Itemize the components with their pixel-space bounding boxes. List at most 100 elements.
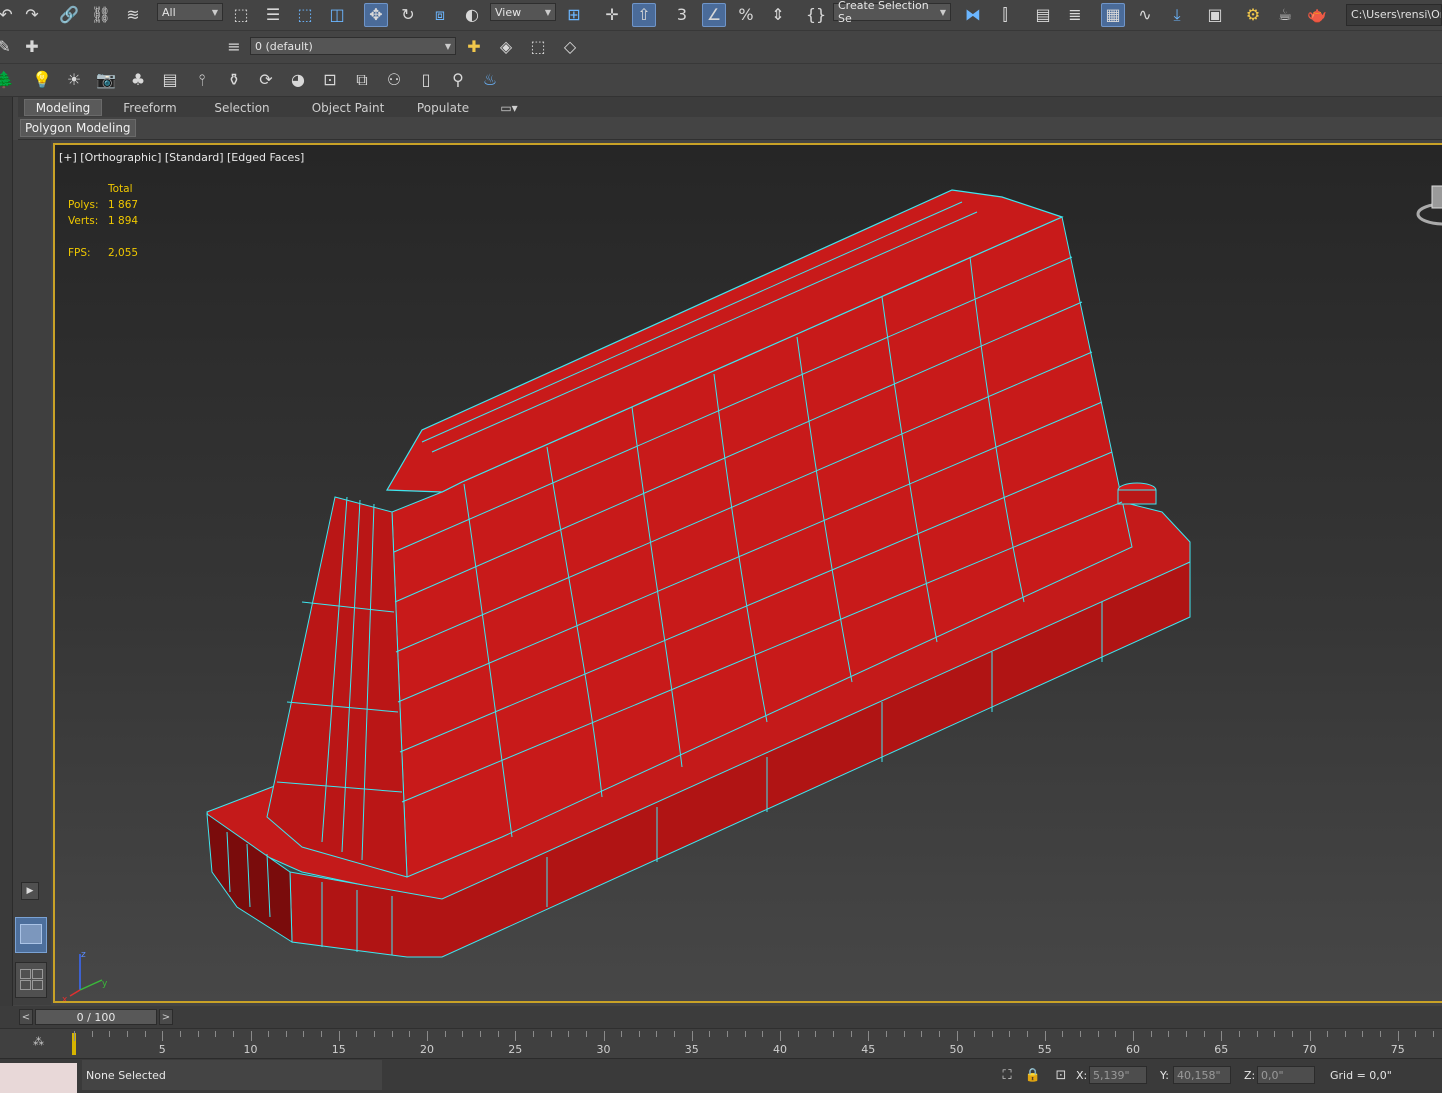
schematic-view-icon[interactable]: ⤓: [1165, 3, 1189, 27]
absolute-mode-icon[interactable]: ⊡: [1049, 1063, 1073, 1087]
axis-tripod: z y x: [62, 950, 108, 1001]
clip-icon[interactable]: ⧉: [350, 68, 374, 92]
ruler-tick: [1062, 1031, 1064, 1037]
box-icon[interactable]: ▯: [414, 68, 438, 92]
prev-frame-button[interactable]: <: [19, 1009, 33, 1025]
snaps-toggle-icon[interactable]: 3: [670, 3, 694, 27]
knob-side: [1117, 489, 1157, 505]
named-selection-dropdown[interactable]: Create Selection Se ▼: [833, 0, 951, 25]
z-coordinate-field[interactable]: 0,0": [1257, 1066, 1315, 1084]
command-panel-strip: [0, 97, 13, 1057]
move-icon[interactable]: ✥: [364, 3, 388, 27]
spline-icon[interactable]: ⫯: [190, 68, 214, 92]
curve-editor-icon[interactable]: ∿: [1133, 3, 1157, 27]
frame-icon[interactable]: ⊡: [318, 68, 342, 92]
maxscript-listener[interactable]: [0, 1063, 77, 1093]
rotate-icon[interactable]: ↻: [396, 3, 420, 27]
pivot-center-icon[interactable]: ⊞: [562, 3, 586, 27]
lock-icon[interactable]: 🔒: [1021, 1063, 1045, 1087]
current-layer-dropdown[interactable]: 0 (default) ▼: [250, 37, 456, 55]
ribbon-toggle-icon[interactable]: ▦: [1101, 3, 1125, 27]
render-production-icon[interactable]: 🫖: [1305, 3, 1329, 27]
unlink-icon[interactable]: ⛓: [89, 3, 113, 27]
isolate-selection-icon[interactable]: ⛶: [995, 1063, 1019, 1087]
list-icon[interactable]: ▤: [158, 68, 182, 92]
create-layer-icon[interactable]: ✚: [462, 35, 486, 59]
track-filter-icon[interactable]: ⁂: [33, 1035, 44, 1048]
x-coordinate-field[interactable]: 5,139": [1089, 1066, 1147, 1084]
teapot-icon[interactable]: ⚲: [446, 68, 470, 92]
selection-filter-dropdown[interactable]: All ▼: [157, 3, 223, 21]
edit-named-selection-icon[interactable]: {}: [804, 3, 828, 27]
scene-explorer-icon[interactable]: ▤: [1031, 3, 1055, 27]
ruler-tick: [250, 1031, 252, 1041]
sphere-icon[interactable]: ◕: [286, 68, 310, 92]
add-icon[interactable]: ✚: [20, 35, 44, 59]
bulb-icon[interactable]: ♨: [478, 68, 502, 92]
selection-filter-value: All: [162, 5, 176, 19]
single-viewport-layout[interactable]: [15, 917, 47, 953]
light-icon[interactable]: 💡: [30, 68, 54, 92]
next-frame-button[interactable]: >: [159, 1009, 173, 1025]
ruler-tick: [1027, 1031, 1029, 1037]
chevron-down-icon: ▼: [444, 41, 451, 51]
ribbon-tab-bar: Modeling Freeform Selection Object Paint…: [18, 97, 1442, 117]
select-by-name-icon[interactable]: ☰: [261, 3, 285, 27]
quad-viewport-layout[interactable]: [15, 962, 47, 998]
window-crossing-icon[interactable]: ◫: [325, 3, 349, 27]
add-to-layer-icon[interactable]: ◈: [494, 35, 518, 59]
bottle-icon[interactable]: ⚱: [222, 68, 246, 92]
ruler-tick: [162, 1031, 164, 1041]
viewcube[interactable]: [1416, 185, 1442, 226]
pencil-icon[interactable]: ✎: [0, 35, 16, 59]
refresh-icon[interactable]: ⟳: [254, 68, 278, 92]
track-bar[interactable]: ⁂ 5 10 15 20 25 30 35 40 45 50 55 60 65 70 75: [0, 1028, 1442, 1059]
y-coordinate-field[interactable]: 40,158": [1173, 1066, 1231, 1084]
foliage-icon[interactable]: ♣: [126, 68, 150, 92]
barrier-mesh[interactable]: z y x: [55, 145, 1442, 1003]
orthographic-viewport[interactable]: [+] [Orthographic] [Standard] [Edged Fac…: [53, 143, 1442, 1003]
ruler-tick: [1415, 1031, 1417, 1037]
mirror-icon[interactable]: ⧓: [961, 3, 985, 27]
render-setup-icon[interactable]: ⚙: [1241, 3, 1265, 27]
material-editor-icon[interactable]: ▣: [1203, 3, 1227, 27]
reference-coordinate-dropdown[interactable]: View ▼: [490, 3, 556, 21]
project-path[interactable]: C:\Users\rensi\One: [1346, 4, 1442, 26]
keyboard-shortcut-override-icon[interactable]: ⇧: [632, 3, 656, 27]
percent-snap-icon[interactable]: %: [734, 3, 758, 27]
link-icon[interactable]: 🔗: [57, 3, 81, 27]
scale-icon[interactable]: ⧈: [428, 3, 452, 27]
ruler-tick: [303, 1031, 305, 1037]
angle-snap-icon[interactable]: ∠: [702, 3, 726, 27]
redo-icon[interactable]: ↷: [20, 3, 44, 27]
tab-modeling[interactable]: Modeling: [24, 99, 102, 116]
tab-freeform[interactable]: Freeform: [112, 99, 188, 116]
camera-icon[interactable]: 📷: [94, 68, 118, 92]
tab-populate[interactable]: Populate: [410, 99, 476, 116]
undo-icon[interactable]: ↶: [0, 3, 18, 27]
x-axis-line: [69, 989, 81, 997]
place-icon[interactable]: ◐: [460, 3, 484, 27]
bind-spacewarp-icon[interactable]: ≋: [121, 3, 145, 27]
layers-icon[interactable]: ≡: [222, 35, 246, 59]
rectangular-selection-icon[interactable]: ⬚: [293, 3, 317, 27]
polygon-modeling-panel[interactable]: Polygon Modeling: [20, 119, 136, 137]
time-slider[interactable]: 0 / 100: [35, 1009, 157, 1025]
select-manipulate-icon[interactable]: ✛: [600, 3, 624, 27]
select-object-icon[interactable]: ⬚: [229, 3, 253, 27]
tree-icon[interactable]: 🌲: [0, 68, 16, 92]
set-current-layer-icon[interactable]: ◇: [558, 35, 582, 59]
layer-explorer-icon[interactable]: ≣: [1063, 3, 1087, 27]
tab-selection[interactable]: Selection: [204, 99, 280, 116]
sun-icon[interactable]: ☀: [62, 68, 86, 92]
align-icon[interactable]: ⫿: [993, 3, 1017, 27]
spinner-snap-icon[interactable]: ⇕: [766, 3, 790, 27]
main-toolbar: ↶ ↷ 🔗 ⛓ ≋ All ▼ ⬚ ☰ ⬚ ◫ ✥ ↻ ⧈ ◐ View ▼ ⊞ ✛…: [0, 0, 1442, 31]
select-in-layer-icon[interactable]: ⬚: [526, 35, 550, 59]
tab-object-paint[interactable]: Object Paint: [298, 99, 398, 116]
ruler-tick: [1221, 1031, 1223, 1041]
expand-arrow-icon[interactable]: ▶: [21, 882, 39, 900]
ribbon-options-icon[interactable]: ▭▾: [494, 99, 524, 116]
rendered-frame-window-icon[interactable]: ☕: [1273, 3, 1297, 27]
bone-icon[interactable]: ⚇: [382, 68, 406, 92]
